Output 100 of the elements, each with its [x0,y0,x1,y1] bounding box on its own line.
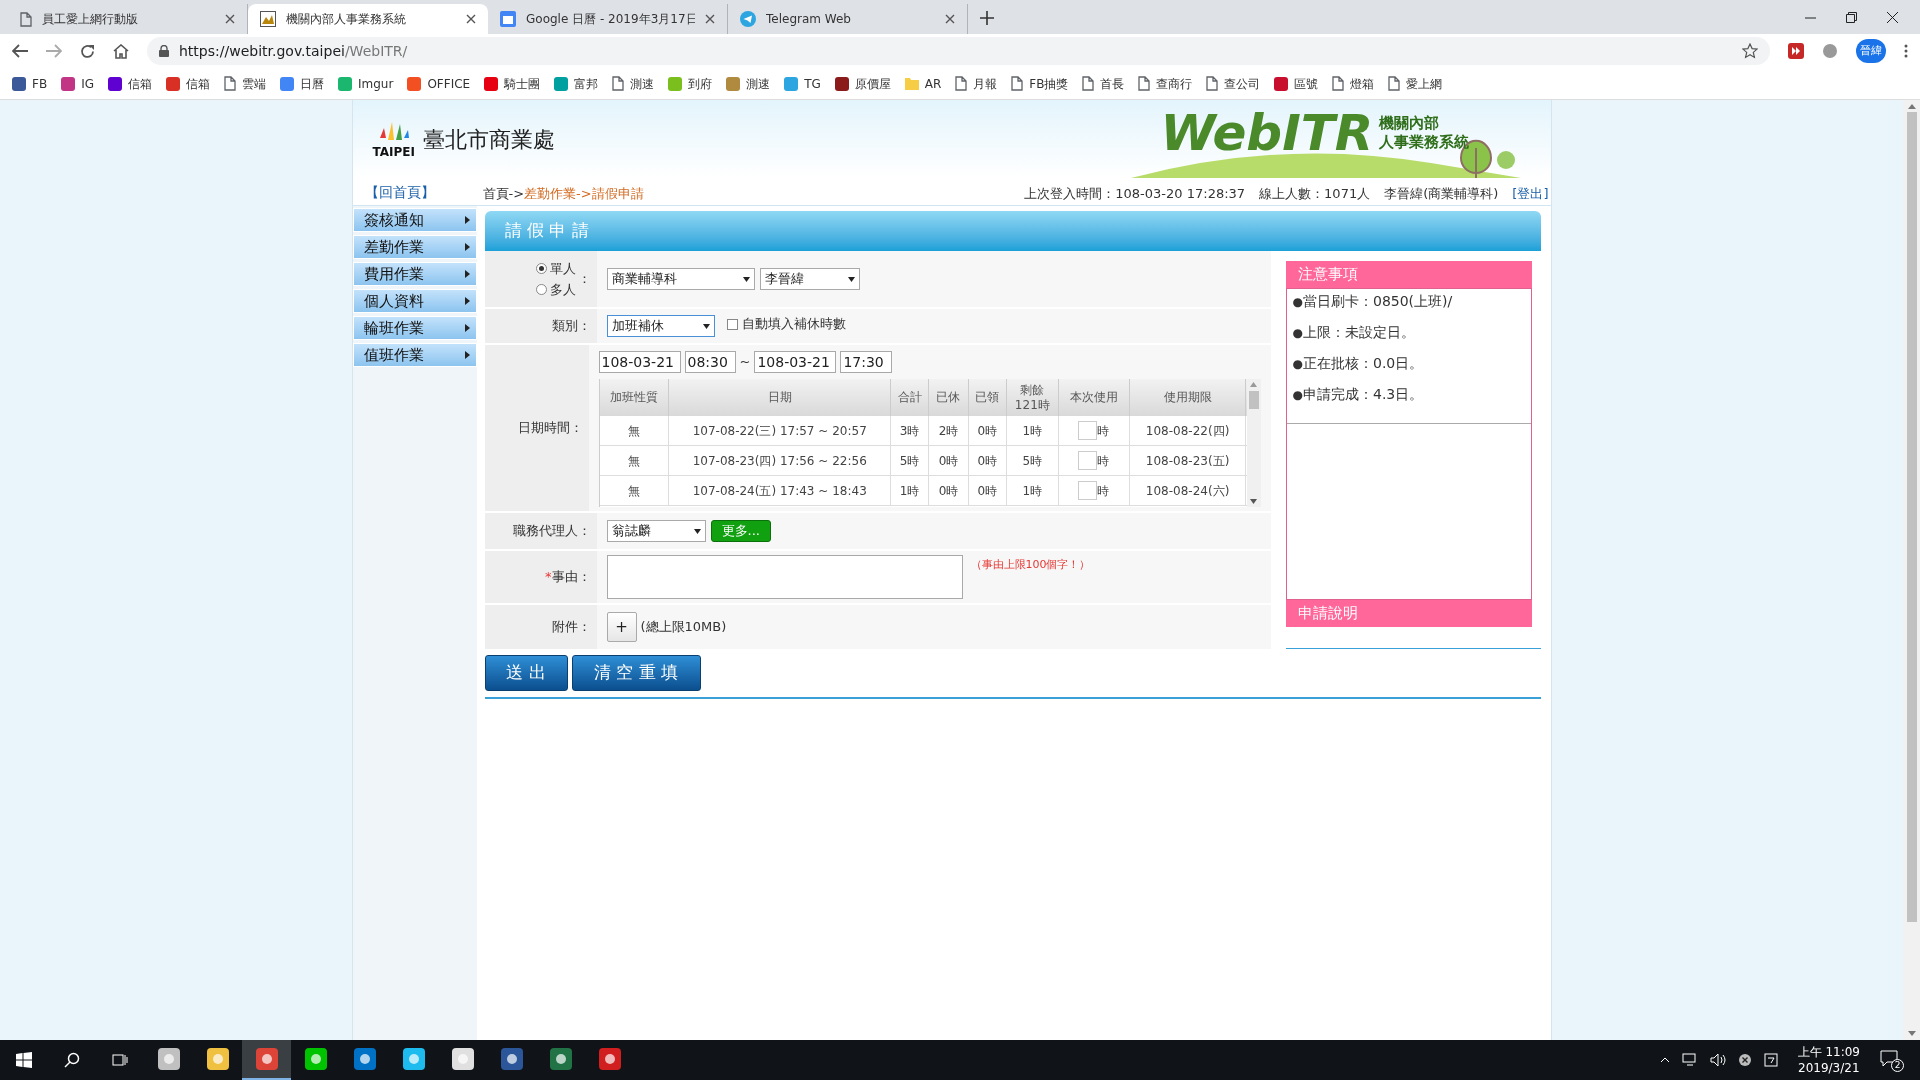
clock[interactable]: 上午 11:09 2019/3/21 [1789,1044,1868,1076]
breadcrumb-link[interactable]: 差勤作業->請假申請 [524,183,644,203]
table-cell: 0時 [929,476,969,505]
bookmark[interactable]: 富邦 [554,74,599,93]
close-icon[interactable] [225,14,235,24]
bookmark[interactable]: 測速 [612,74,655,93]
auto-fill-checkbox[interactable]: 自動填入補休時數 [726,314,846,334]
table-cell: 2時 [929,416,969,445]
bookmark[interactable]: 雲端 [224,74,266,93]
hours-input[interactable] [1078,451,1098,470]
network-icon[interactable] [1681,1053,1698,1067]
ime-icon[interactable] [1763,1053,1778,1067]
bookmark[interactable]: 查商行 [1138,74,1193,93]
close-icon[interactable] [945,14,955,24]
text-field[interactable]: 08:30 [684,351,736,373]
sidebar-item[interactable]: 個人資料 [352,289,477,313]
scrollbar-thumb[interactable] [1906,112,1917,922]
scroll-down-icon[interactable] [1250,499,1257,504]
department-select[interactable]: 商業輔導科 [606,268,755,290]
text-field[interactable]: 108-03-21 [754,351,837,373]
sidebar-item[interactable]: 差勤作業 [352,235,477,259]
radio-button[interactable] [535,284,547,296]
search-icon[interactable] [64,1052,80,1068]
bookmark[interactable]: 原價屋 [834,74,891,93]
bookmark[interactable]: 查公司 [1206,74,1261,93]
bookmark[interactable]: 日曆 [280,74,324,93]
tab-title: 機關內部人事業務系統 [286,11,407,28]
taskbar-app[interactable] [242,1040,291,1080]
radio-option[interactable]: 單人 [535,258,576,278]
field-label: ： [577,270,591,289]
bookmark[interactable]: 燈箱 [1332,74,1375,93]
logout-link[interactable]: [登出] [1512,183,1551,203]
checkbox[interactable] [726,318,738,330]
bookmark[interactable]: 騎士團 [484,74,541,93]
text-field[interactable]: 17:30 [840,351,893,373]
bookmark[interactable]: FB [12,74,48,93]
hours-input[interactable] [1078,421,1098,440]
task-view-icon[interactable] [112,1052,128,1068]
bookmark[interactable]: FB抽獎 [1011,74,1069,93]
reset-button[interactable]: 清 空 重 填 [571,655,701,691]
page-scrollbar[interactable] [1903,100,1920,1040]
table-cell: 0時 [968,416,1007,445]
column-header: 合計 [891,379,929,416]
volume-icon[interactable] [1709,1053,1726,1067]
scroll-up-icon[interactable] [1907,104,1916,109]
reload-icon[interactable] [80,43,95,59]
bookmark[interactable]: 月報 [955,74,998,93]
sidebar-item[interactable]: 值班作業 [352,343,477,367]
menu-icon[interactable] [1904,44,1908,58]
restore-icon[interactable] [1846,11,1857,23]
home-icon[interactable] [113,43,129,59]
attachment-hint: (總上限10MB) [640,618,727,637]
bookmark[interactable]: 愛上網 [1388,74,1443,93]
profile-avatar[interactable]: 晉緯 [1856,39,1886,63]
add-attachment-button[interactable]: + [606,612,637,642]
hours-input[interactable] [1078,481,1098,500]
bookmark[interactable]: 到府 [668,74,713,93]
bookmark[interactable]: TG [784,74,821,93]
browser-tab[interactable]: 機關內部人事業務系統 [248,4,488,34]
notification-icon[interactable] [1880,1050,1900,1068]
scrollbar-thumb[interactable] [1248,391,1259,409]
arrow-icon [464,351,470,359]
sidebar-item[interactable]: 簽核通知 [352,208,477,232]
close-icon[interactable] [1887,11,1898,23]
arrow-icon [464,324,470,332]
category-select[interactable]: 加班補休 [606,315,715,337]
system-logo: WebITR [1160,108,1374,158]
new-tab-icon[interactable] [980,11,994,25]
radio-button[interactable] [535,262,547,274]
back-icon[interactable] [12,44,28,58]
column-header: 本次使用 [1058,379,1130,416]
close-circle-icon[interactable] [1737,1053,1752,1067]
column-header: 已領 [968,379,1007,416]
bookmark[interactable]: OFFICE [407,74,471,93]
close-icon[interactable] [705,14,715,24]
person-select[interactable]: 李晉緯 [759,268,860,290]
text-field[interactable]: 108-03-21 [598,351,681,373]
address-bar[interactable]: https://webitr.gov.taipei/WebITR/ [147,37,1770,65]
bookmark[interactable]: Imgur [338,74,394,93]
bookmark[interactable]: 首長 [1082,74,1125,93]
submit-button[interactable]: 送 出 [484,655,568,691]
scroll-down-icon[interactable] [1907,1031,1916,1036]
sidebar-item[interactable]: 輪班作業 [352,316,477,340]
extension-icon[interactable] [1822,43,1838,59]
radio-option[interactable]: 多人 [535,280,576,300]
bookmark[interactable]: 測速 [726,74,771,93]
bookmark[interactable]: 信箱 [108,74,152,93]
chevron-up-icon[interactable] [1659,1057,1670,1063]
star-icon[interactable] [1742,43,1758,59]
close-icon[interactable] [466,14,476,24]
extension-icon[interactable] [1788,43,1804,59]
windows-icon[interactable] [16,1052,32,1068]
bookmark[interactable]: IG [61,74,94,93]
agent-select[interactable]: 翁誌麟 [606,520,706,542]
table-cell: 0時 [929,446,969,475]
sidebar-item[interactable]: 費用作業 [352,262,477,286]
bookmark[interactable]: AR [904,74,942,93]
bookmark[interactable]: 信箱 [166,74,210,93]
bookmark[interactable]: 區號 [1274,74,1319,93]
home-link[interactable]: 【回首頁】 [352,182,483,203]
